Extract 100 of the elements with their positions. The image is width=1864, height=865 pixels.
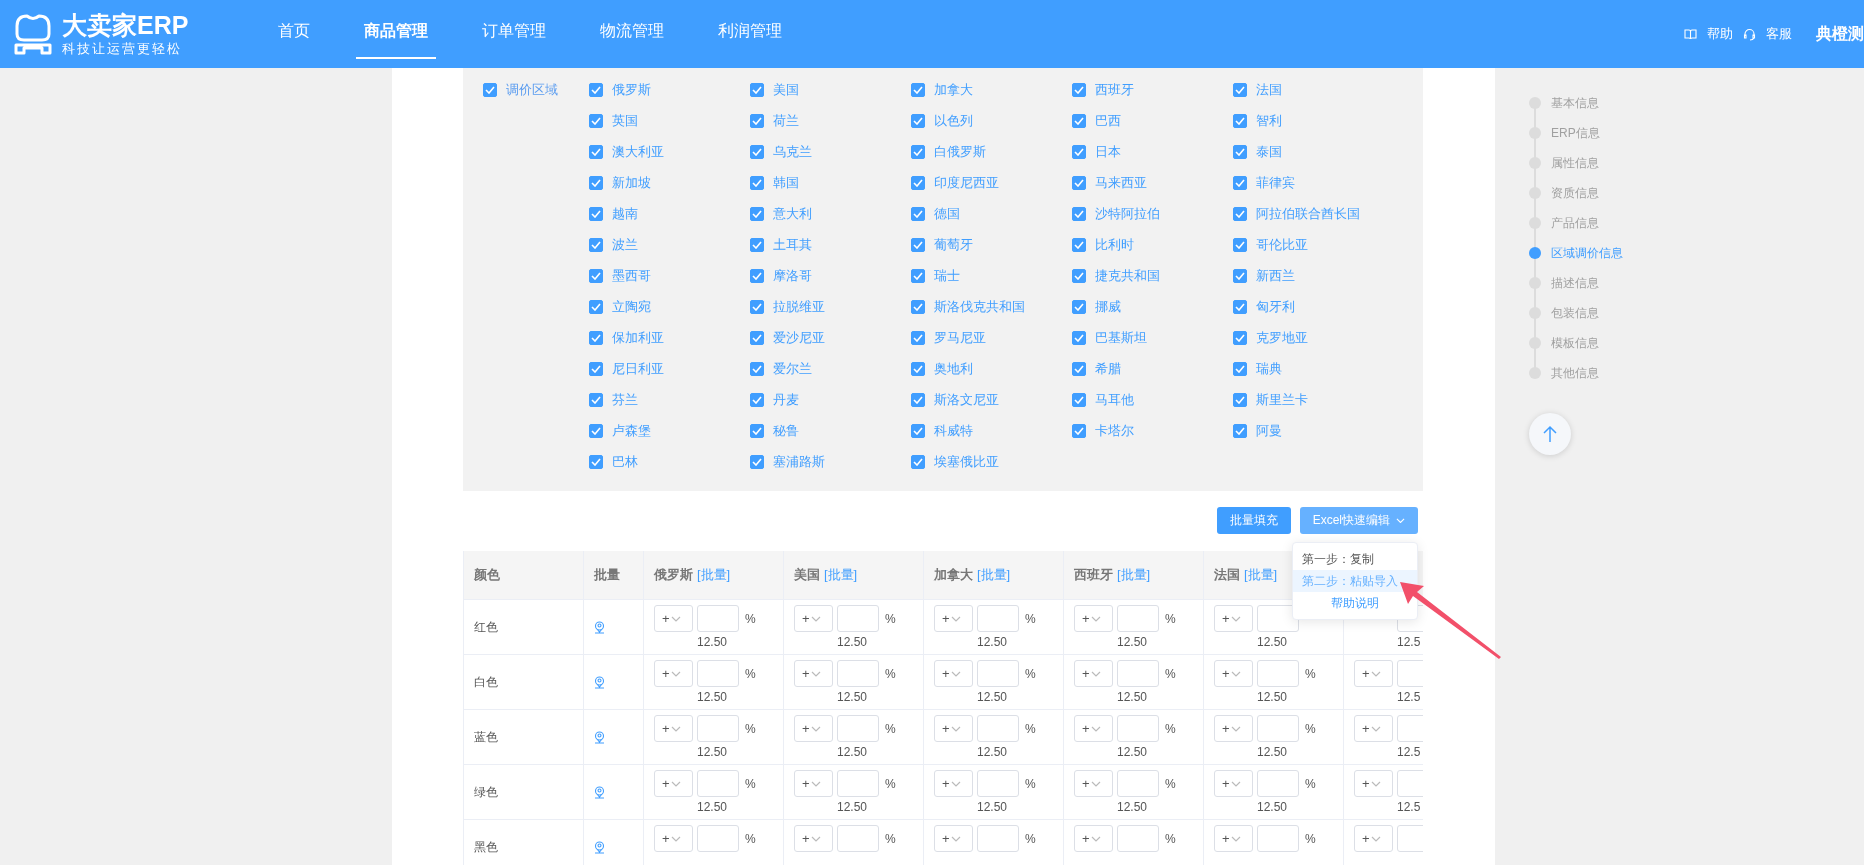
checkbox[interactable] — [589, 330, 603, 345]
checkbox[interactable] — [750, 206, 764, 221]
sign-select[interactable]: + — [794, 770, 833, 797]
input-field[interactable] — [697, 660, 739, 687]
input-field[interactable] — [697, 605, 739, 632]
sign-select[interactable]: + — [934, 660, 973, 687]
sign-select[interactable]: + — [1214, 660, 1253, 687]
checkbox[interactable] — [1233, 144, 1247, 159]
checkbox[interactable] — [1072, 423, 1086, 438]
sign-select[interactable]: + — [794, 715, 833, 742]
input-field[interactable] — [837, 770, 879, 797]
input-field[interactable] — [1257, 770, 1299, 797]
sign-select[interactable]: + — [1074, 715, 1113, 742]
input-field[interactable] — [1257, 715, 1299, 742]
sign-select[interactable]: + — [654, 770, 693, 797]
checkbox[interactable] — [1072, 144, 1086, 159]
checkbox[interactable] — [1233, 113, 1247, 128]
checkbox[interactable] — [589, 82, 603, 97]
checkbox[interactable] — [911, 113, 925, 128]
sign-select[interactable]: + — [1074, 825, 1113, 852]
sign-select[interactable]: + — [1354, 715, 1393, 742]
checkbox[interactable] — [1233, 82, 1247, 97]
checkbox[interactable] — [1072, 82, 1086, 97]
input-field[interactable] — [1117, 660, 1159, 687]
checkbox[interactable] — [589, 144, 603, 159]
input-field[interactable] — [977, 825, 1019, 852]
checkbox[interactable] — [911, 299, 925, 314]
checkbox[interactable] — [911, 423, 925, 438]
checkbox[interactable] — [1233, 361, 1247, 376]
input-field[interactable] — [697, 825, 739, 852]
input-field[interactable] — [837, 825, 879, 852]
sign-select[interactable]: + — [934, 715, 973, 742]
checkbox[interactable] — [911, 392, 925, 407]
sign-select[interactable]: + — [654, 660, 693, 687]
input-field[interactable] — [697, 715, 739, 742]
checkbox[interactable] — [589, 423, 603, 438]
input-field[interactable] — [977, 660, 1019, 687]
input-field[interactable] — [1257, 605, 1299, 632]
checkbox[interactable] — [750, 330, 764, 345]
input-field[interactable] — [1117, 715, 1159, 742]
checkbox[interactable] — [750, 82, 764, 97]
checkbox[interactable] — [911, 237, 925, 252]
checkbox[interactable] — [1233, 237, 1247, 252]
back-to-top-button[interactable] — [1529, 413, 1571, 455]
checkbox[interactable] — [750, 175, 764, 190]
checkbox[interactable] — [1233, 299, 1247, 314]
sign-select[interactable]: + — [1214, 715, 1253, 742]
input-field[interactable] — [837, 715, 879, 742]
checkbox[interactable] — [750, 454, 764, 469]
checkbox[interactable] — [589, 299, 603, 314]
checkbox[interactable] — [589, 206, 603, 221]
checkbox[interactable] — [911, 144, 925, 159]
checkbox[interactable] — [750, 299, 764, 314]
input-field[interactable] — [837, 605, 879, 632]
checkbox[interactable] — [911, 206, 925, 221]
checkbox[interactable] — [1072, 299, 1086, 314]
sign-select[interactable]: + — [1074, 605, 1113, 632]
input-field[interactable] — [1117, 825, 1159, 852]
checkbox[interactable] — [750, 113, 764, 128]
pin-icon[interactable] — [594, 675, 605, 689]
checkbox[interactable] — [1072, 175, 1086, 190]
input-field[interactable] — [1117, 605, 1159, 632]
input-field[interactable] — [977, 605, 1019, 632]
checkbox[interactable] — [1233, 206, 1247, 221]
menu-item[interactable]: 第一步：复制 — [1293, 548, 1417, 570]
sign-select[interactable]: + — [1214, 770, 1253, 797]
sign-select[interactable]: + — [934, 825, 973, 852]
checkbox[interactable] — [589, 268, 603, 283]
checkbox[interactable] — [589, 392, 603, 407]
sign-select[interactable]: + — [654, 715, 693, 742]
input-field[interactable] — [1257, 660, 1299, 687]
checkbox[interactable] — [1072, 392, 1086, 407]
sign-select[interactable]: + — [1354, 660, 1393, 687]
sign-select[interactable]: + — [1074, 770, 1113, 797]
checkbox[interactable] — [750, 268, 764, 283]
checkbox[interactable] — [750, 144, 764, 159]
checkbox[interactable] — [750, 361, 764, 376]
checkbox[interactable] — [911, 175, 925, 190]
sign-select[interactable]: + — [794, 660, 833, 687]
input-field[interactable] — [697, 770, 739, 797]
checkbox[interactable] — [911, 454, 925, 469]
checkbox[interactable] — [1072, 206, 1086, 221]
sign-select[interactable]: + — [1074, 660, 1113, 687]
checkbox[interactable] — [1072, 113, 1086, 128]
input-field[interactable] — [977, 715, 1019, 742]
checkbox[interactable] — [911, 361, 925, 376]
checkbox[interactable] — [1233, 268, 1247, 283]
checkbox[interactable] — [1233, 175, 1247, 190]
checkbox[interactable] — [1233, 330, 1247, 345]
pin-icon[interactable] — [594, 785, 605, 799]
input-field[interactable] — [837, 660, 879, 687]
sign-select[interactable]: + — [934, 605, 973, 632]
checkbox[interactable] — [750, 423, 764, 438]
checkbox[interactable] — [911, 330, 925, 345]
checkbox[interactable] — [589, 175, 603, 190]
checkbox[interactable] — [750, 392, 764, 407]
checkbox[interactable] — [1072, 330, 1086, 345]
sign-select[interactable]: + — [1214, 605, 1253, 632]
pin-icon[interactable] — [594, 730, 605, 744]
sign-select[interactable]: + — [654, 825, 693, 852]
